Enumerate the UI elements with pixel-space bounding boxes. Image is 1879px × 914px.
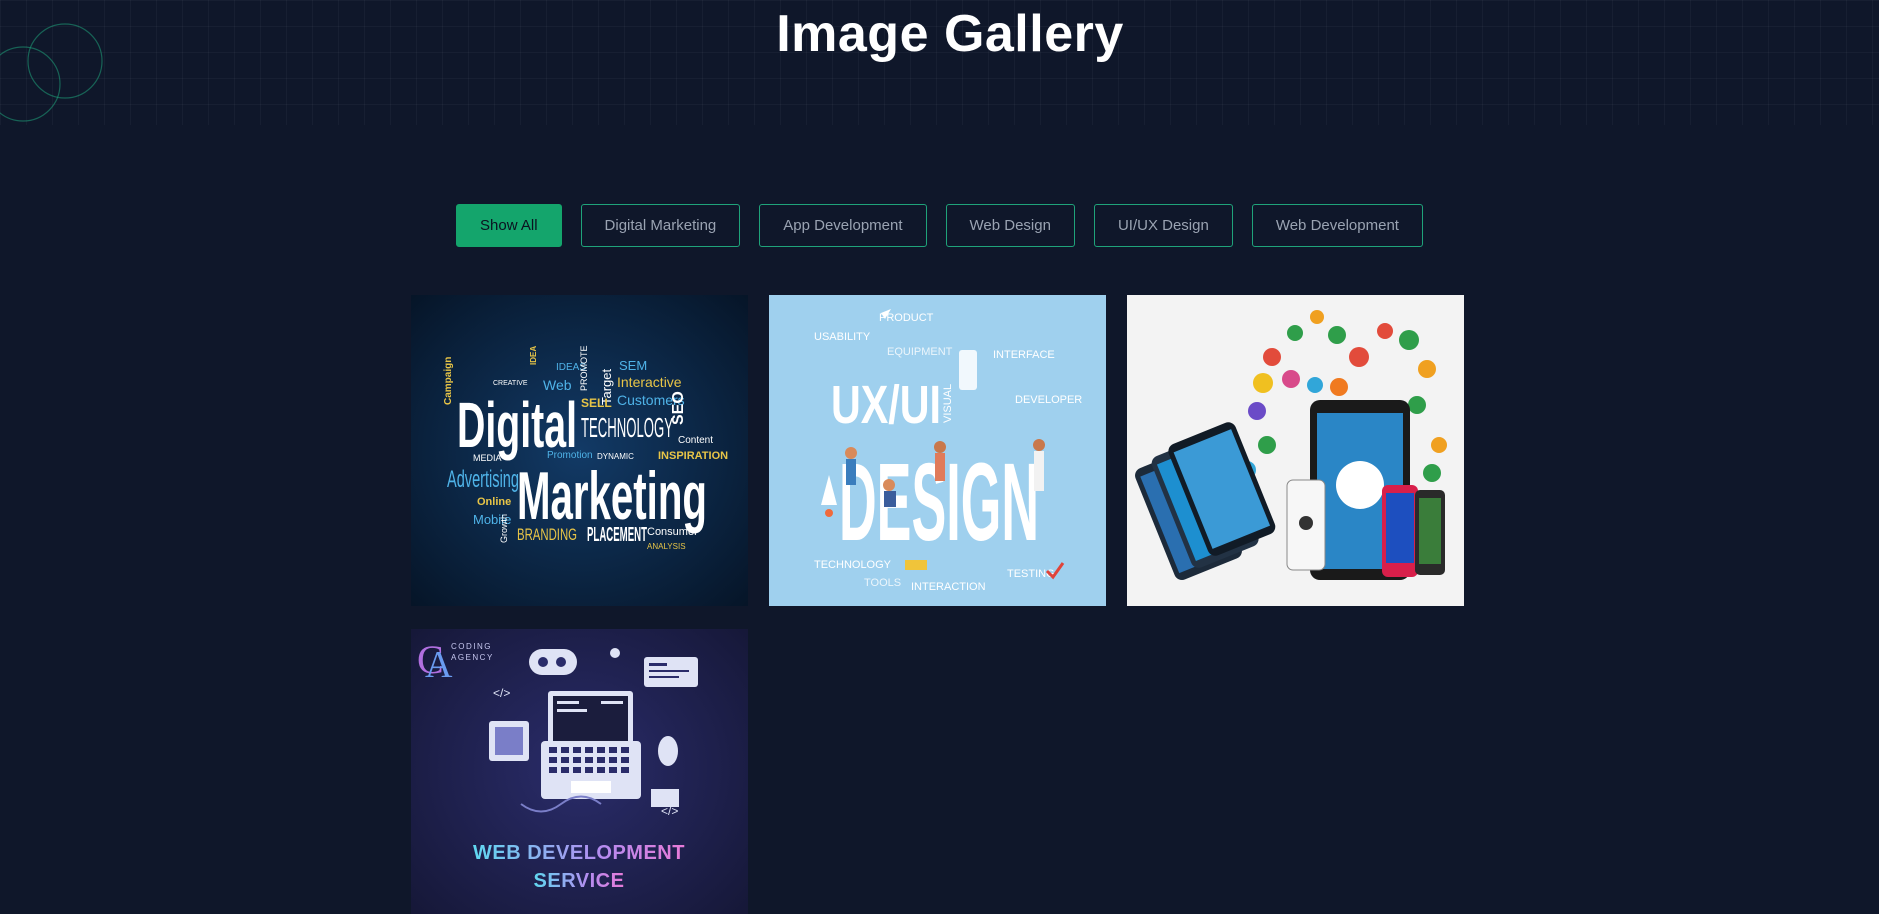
filter-show-all-button[interactable]: Show All (456, 204, 562, 247)
svg-text:INTERACTION: INTERACTION (911, 581, 986, 593)
gallery-image-app-development[interactable] (1127, 295, 1464, 606)
filter-bar: Show All Digital Marketing App Developme… (456, 204, 1423, 247)
svg-text:Interactive: Interactive (617, 374, 682, 390)
filter-ui-ux-design-button[interactable]: UI/UX Design (1093, 204, 1233, 247)
svg-text:CODING: CODING (451, 642, 492, 651)
svg-text:TOOLS: TOOLS (864, 577, 901, 589)
page-title: Image Gallery (776, 5, 1124, 63)
gallery-image-web-development[interactable]: C A CODING AGENCY </> </> WEB DEVELOPMEN… (411, 629, 748, 914)
gallery-image-ui-ux-design[interactable]: PRODUCT USABILITY EQUIPMENT INTERFACE DE… (769, 295, 1106, 606)
svg-text:TECHNOLOGY: TECHNOLOGY (581, 412, 673, 443)
svg-text:Content: Content (678, 435, 713, 446)
svg-text:Advertising: Advertising (447, 466, 519, 493)
web-development-image: C A CODING AGENCY </> </> WEB DEVELOPMEN… (411, 629, 748, 914)
digital-marketing-image: Campaign CREATIVE IDEA IDEAS Web PROMOTE… (411, 295, 748, 606)
ui-ux-design-image: PRODUCT USABILITY EQUIPMENT INTERFACE DE… (769, 295, 1106, 606)
svg-text:CREATIVE: CREATIVE (493, 380, 528, 387)
svg-text:BRANDING: BRANDING (517, 525, 577, 544)
svg-text:PROMOTE: PROMOTE (579, 345, 589, 391)
svg-text:UX/UI: UX/UI (831, 375, 941, 435)
app-development-image (1127, 295, 1464, 606)
svg-text:</>: </> (493, 686, 510, 700)
svg-text:Growth: Growth (499, 514, 509, 543)
svg-text:SERVICE: SERVICE (534, 870, 625, 892)
svg-text:IDEA: IDEA (529, 346, 538, 365)
svg-text:Campaign: Campaign (443, 357, 454, 405)
svg-text:TECHNOLOGY: TECHNOLOGY (814, 559, 892, 571)
svg-text:SEM: SEM (619, 358, 647, 373)
filter-app-development-button[interactable]: App Development (759, 204, 927, 247)
svg-text:Marketing: Marketing (517, 458, 707, 534)
svg-text:A: A (425, 644, 453, 686)
svg-text:AGENCY: AGENCY (451, 653, 494, 662)
svg-text:VISUAL: VISUAL (942, 384, 954, 423)
svg-text:Consumer: Consumer (647, 526, 698, 538)
svg-text:INTERFACE: INTERFACE (993, 349, 1055, 361)
svg-text:MEDIA: MEDIA (473, 453, 502, 463)
gallery-image-digital-marketing[interactable]: Campaign CREATIVE IDEA IDEAS Web PROMOTE… (411, 295, 748, 606)
filter-digital-marketing-button[interactable]: Digital Marketing (580, 204, 741, 247)
filter-web-design-button[interactable]: Web Design (945, 204, 1075, 247)
svg-text:USABILITY: USABILITY (814, 331, 871, 343)
svg-text:ANALYSIS: ANALYSIS (647, 542, 686, 551)
filter-web-development-button[interactable]: Web Development (1251, 204, 1423, 247)
svg-text:TESTING: TESTING (1007, 568, 1055, 580)
svg-text:WEB DEVELOPMENT: WEB DEVELOPMENT (473, 842, 685, 864)
svg-text:DEVELOPER: DEVELOPER (1015, 394, 1082, 406)
svg-text:EQUIPMENT: EQUIPMENT (887, 346, 953, 358)
svg-text:PLACEMENT: PLACEMENT (587, 524, 647, 546)
page: Image Gallery Show All Digital Marketing… (0, 0, 1879, 914)
svg-text:SELL: SELL (581, 396, 612, 410)
svg-text:Online: Online (477, 496, 511, 508)
